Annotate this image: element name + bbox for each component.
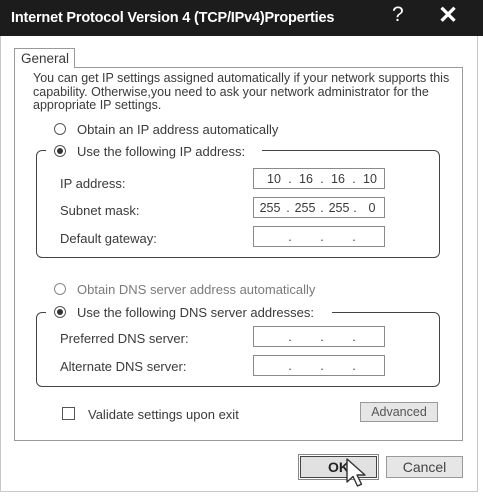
tab-general[interactable]: General — [14, 48, 75, 68]
validate-label: Validate settings upon exit — [88, 407, 239, 422]
subnet-mask-label: Subnet mask: — [60, 203, 140, 218]
cancel-button[interactable]: Cancel — [386, 456, 463, 478]
validate-checkbox[interactable] — [62, 407, 75, 420]
subnet-mask-field[interactable]: 255 . 255 . 255 . 0 — [253, 197, 385, 218]
obtain-dns-auto-label: Obtain DNS server address automatically — [77, 282, 316, 297]
obtain-dns-auto-radio[interactable] — [54, 283, 66, 295]
advanced-button[interactable]: Advanced — [360, 402, 438, 422]
ip-address-field[interactable]: 10 . 16 . 16 . 10 — [253, 168, 385, 189]
default-gateway-label: Default gateway: — [60, 231, 157, 246]
use-following-dns-label: Use the following DNS server addresses: — [77, 305, 314, 320]
preferred-dns-field[interactable]: . . . — [253, 326, 385, 347]
description-text: You can get IP settings assigned automat… — [33, 71, 450, 112]
preferred-dns-label: Preferred DNS server: — [60, 331, 189, 346]
use-following-ip-radio[interactable] — [54, 145, 66, 157]
mouse-pointer-icon — [346, 458, 366, 487]
use-following-ip-label: Use the following IP address: — [77, 144, 246, 159]
obtain-ip-auto-radio[interactable] — [54, 123, 66, 135]
window-title: Internet Protocol Version 4 (TCP/IPv4)Pr… — [11, 10, 335, 26]
help-icon[interactable]: ? — [392, 3, 404, 27]
title-bar: Internet Protocol Version 4 (TCP/IPv4)Pr… — [0, 0, 483, 36]
alternate-dns-label: Alternate DNS server: — [60, 359, 187, 374]
default-gateway-field[interactable]: . . . — [253, 226, 385, 247]
close-icon[interactable]: ✕ — [438, 1, 458, 30]
use-following-dns-radio[interactable] — [54, 306, 66, 318]
alternate-dns-field[interactable]: . . . — [253, 355, 385, 376]
obtain-ip-auto-label: Obtain an IP address automatically — [77, 122, 279, 137]
ip-address-label: IP address: — [60, 176, 126, 191]
